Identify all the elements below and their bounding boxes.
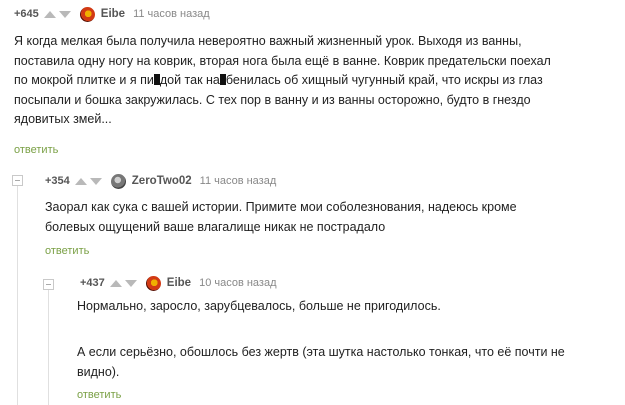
rating: +437 <box>80 277 105 289</box>
upvote-icon[interactable] <box>109 279 122 287</box>
author-name[interactable]: Eibe <box>167 277 191 289</box>
text-line: поставила одну ногу на коврик, вторая но… <box>14 53 551 68</box>
upvote-icon[interactable] <box>43 10 56 18</box>
downvote-icon[interactable] <box>124 279 137 287</box>
text-line: болевых ощущений ваше влагалище никак не… <box>45 219 386 234</box>
text-line: ядовитых змей... <box>14 112 112 127</box>
text-line: по мокрой плитке и я пи дой так на бенилас… <box>14 73 543 88</box>
timestamp[interactable]: 11 часов назад <box>133 8 210 20</box>
reply-link[interactable]: ответить <box>77 389 121 401</box>
text-line: А если серьёзно, обошлось без жертв (эта… <box>77 345 565 359</box>
avatar[interactable] <box>110 173 126 189</box>
collapse-toggle-icon[interactable] <box>12 175 23 186</box>
text-line: посыпали и бошка закружилась. С тех пор … <box>14 92 531 107</box>
collapse-toggle-icon[interactable] <box>43 279 54 290</box>
timestamp[interactable]: 11 часов назад <box>200 175 277 187</box>
comment-text: А если серьёзно, обошлось без жертв (эта… <box>77 343 622 382</box>
avatar[interactable] <box>145 275 161 291</box>
timestamp[interactable]: 10 часов назад <box>199 277 276 289</box>
downvote-icon[interactable] <box>89 177 102 185</box>
avatar[interactable] <box>79 6 95 22</box>
text-line: Я когда мелкая была получила невероятно … <box>14 34 522 48</box>
rating: +354 <box>45 175 70 187</box>
comment-header: +437 Eibe 10 часов назад <box>80 274 277 292</box>
upvote-icon[interactable] <box>74 177 87 185</box>
text-line: Заорал как сука с вашей истории. Примите… <box>45 200 517 214</box>
comment-text: Нормально, заросло, зарубцевалось, больш… <box>77 297 622 317</box>
author-name[interactable]: ZeroTwo02 <box>132 175 192 187</box>
comment-text: Я когда мелкая была получила невероятно … <box>14 32 619 130</box>
downvote-icon[interactable] <box>58 10 71 18</box>
text-paragraph: Нормально, заросло, зарубцевалось, больш… <box>77 299 441 313</box>
comment-text: Заорал как сука с вашей истории. Примите… <box>45 198 615 237</box>
text-line: видно). <box>77 364 120 379</box>
rating: +645 <box>14 8 39 20</box>
comment-header: +645 Eibe 11 часов назад <box>14 5 210 23</box>
comment-header: +354 ZeroTwo02 11 часов назад <box>45 172 276 190</box>
reply-link[interactable]: ответить <box>14 144 58 156</box>
thread-line <box>17 186 18 405</box>
reply-link[interactable]: ответить <box>45 245 89 257</box>
author-name[interactable]: Eibe <box>101 8 125 20</box>
thread-line <box>48 290 49 405</box>
